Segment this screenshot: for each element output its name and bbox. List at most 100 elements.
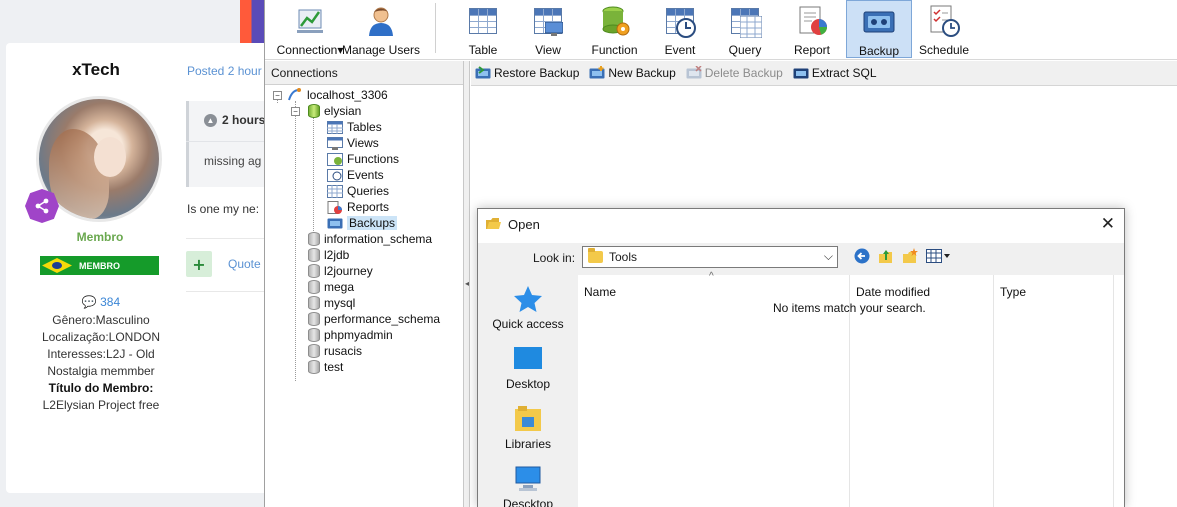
- column-type[interactable]: Type: [1000, 285, 1026, 299]
- event-icon: [663, 4, 697, 38]
- db-expander[interactable]: −: [291, 107, 300, 116]
- quote-body: missing ag: [204, 154, 262, 168]
- tree-backups[interactable]: Backups: [327, 215, 398, 231]
- delete-backup-button[interactable]: Delete Backup: [686, 65, 783, 80]
- info-location: Localização:LONDON: [41, 330, 161, 344]
- database-icon: [308, 280, 320, 294]
- plus-button[interactable]: +: [186, 251, 212, 277]
- place-libraries[interactable]: Libraries: [478, 405, 578, 451]
- extract-sql-icon: [793, 66, 809, 80]
- main-toolbar: Connection▾ Manage Users Table View Func…: [265, 0, 1177, 60]
- query-button[interactable]: Query: [727, 0, 763, 58]
- star-icon: [513, 285, 543, 313]
- delete-backup-icon: [686, 65, 702, 80]
- database-icon: [308, 232, 320, 246]
- query-icon: [728, 4, 762, 38]
- chevron-up-icon[interactable]: ▲: [204, 113, 217, 127]
- query-icon: [327, 184, 343, 198]
- tree-server[interactable]: localhost_3306: [287, 87, 388, 103]
- database-icon: [308, 360, 320, 374]
- tree-db-elysian[interactable]: elysian: [308, 103, 361, 119]
- server-icon: [287, 88, 303, 102]
- database-icon: [308, 312, 320, 326]
- libraries-icon: [513, 405, 543, 433]
- report-icon: [795, 4, 829, 38]
- manage-users-button[interactable]: Manage Users: [342, 0, 420, 58]
- tree-views[interactable]: Views: [327, 135, 379, 151]
- member-title-label: Título do Membro:: [48, 381, 154, 395]
- schedule-icon: [927, 4, 961, 38]
- tree-functions[interactable]: Functions: [327, 151, 399, 167]
- tree-db-information-schema[interactable]: information_schema: [308, 231, 432, 247]
- new-folder-icon[interactable]: [901, 247, 919, 265]
- new-backup-button[interactable]: New Backup: [589, 66, 676, 80]
- extract-sql-button[interactable]: Extract SQL: [793, 66, 877, 80]
- rank-bar: MEMBRO: [40, 256, 159, 275]
- tree-queries[interactable]: Queries: [327, 183, 389, 199]
- open-dialog: Open ✕ Look in: Tools ⌵ Quick access Des…: [477, 208, 1125, 507]
- tree-reports[interactable]: Reports: [327, 199, 389, 215]
- event-button[interactable]: Event: [663, 0, 697, 58]
- open-folder-icon: [486, 217, 501, 231]
- column-name[interactable]: Name: [584, 285, 616, 299]
- place-quick-access[interactable]: Quick access: [478, 285, 578, 331]
- tree-db-mysql[interactable]: mysql: [308, 295, 355, 311]
- connection-icon: [293, 4, 327, 38]
- connection-button[interactable]: Connection▾: [275, 0, 345, 58]
- desktop-icon: [513, 345, 543, 373]
- restore-backup-button[interactable]: Restore Backup: [475, 66, 579, 80]
- posted-time[interactable]: Posted 2 hour: [187, 64, 262, 78]
- up-folder-icon[interactable]: [877, 247, 895, 265]
- tree-db-performance-schema[interactable]: performance_schema: [308, 311, 440, 327]
- quote-link[interactable]: Quote: [228, 257, 261, 271]
- user-icon: [364, 4, 398, 38]
- tree-db-l2jdb[interactable]: l2jdb: [308, 247, 349, 263]
- tree-db-mega[interactable]: mega: [308, 279, 354, 295]
- database-icon: [308, 328, 320, 342]
- empty-message: No items match your search.: [773, 301, 926, 315]
- view-button[interactable]: View: [530, 0, 566, 58]
- post-count[interactable]: 💬 384: [6, 295, 196, 309]
- restore-icon: [475, 66, 491, 80]
- new-backup-icon: [589, 66, 605, 80]
- database-icon: [308, 104, 320, 118]
- post-count-value: 384: [100, 295, 121, 309]
- backup-button[interactable]: Backup: [846, 0, 912, 58]
- backup-icon: [327, 217, 343, 230]
- function-button[interactable]: Function: [591, 0, 638, 58]
- forum-username[interactable]: xTech: [6, 60, 186, 80]
- server-expander[interactable]: −: [273, 91, 282, 100]
- table-button[interactable]: Table: [462, 0, 504, 58]
- view-menu-icon[interactable]: [925, 247, 951, 265]
- dialog-nav-tools: [853, 247, 951, 265]
- column-date-modified[interactable]: Date modified: [856, 285, 930, 299]
- quote-header: ▲ 2 hours: [204, 113, 265, 127]
- back-icon[interactable]: [853, 247, 871, 265]
- view-icon: [531, 4, 565, 38]
- place-desktop[interactable]: Desktop: [478, 345, 578, 391]
- tree-tables[interactable]: Tables: [327, 119, 382, 135]
- tree-db-l2journey[interactable]: l2journey: [308, 263, 373, 279]
- report-icon: [327, 200, 343, 214]
- dialog-titlebar[interactable]: Open: [478, 209, 1124, 239]
- report-button[interactable]: Report: [792, 0, 832, 58]
- tree-events[interactable]: Events: [327, 167, 384, 183]
- user-info: Gênero:Masculino Localização:LONDON Inte…: [6, 312, 196, 414]
- chevron-down-icon[interactable]: ⌵: [824, 249, 833, 264]
- post-text: Is one my ne:: [187, 202, 260, 216]
- function-icon: [598, 4, 632, 38]
- file-list[interactable]: ^ Name Date modified Type No items match…: [578, 271, 1124, 507]
- look-in-select[interactable]: Tools ⌵: [582, 246, 838, 268]
- backup-icon: [862, 5, 896, 39]
- tree-db-rusacis[interactable]: rusacis: [308, 343, 362, 359]
- close-icon[interactable]: ✕: [1101, 214, 1115, 234]
- database-icon: [308, 296, 320, 310]
- schedule-button[interactable]: Schedule: [919, 0, 969, 58]
- place-desktop-pc[interactable]: Descktop: [478, 465, 578, 507]
- panel-splitter[interactable]: ◂: [464, 61, 470, 507]
- brazil-flag-icon: [42, 258, 72, 273]
- tree-db-test[interactable]: test: [308, 359, 343, 375]
- connections-header: Connections: [265, 61, 463, 85]
- places-bar: Quick access Desktop Libraries Descktop: [478, 275, 578, 507]
- tree-db-phpmyadmin[interactable]: phpmyadmin: [308, 327, 393, 343]
